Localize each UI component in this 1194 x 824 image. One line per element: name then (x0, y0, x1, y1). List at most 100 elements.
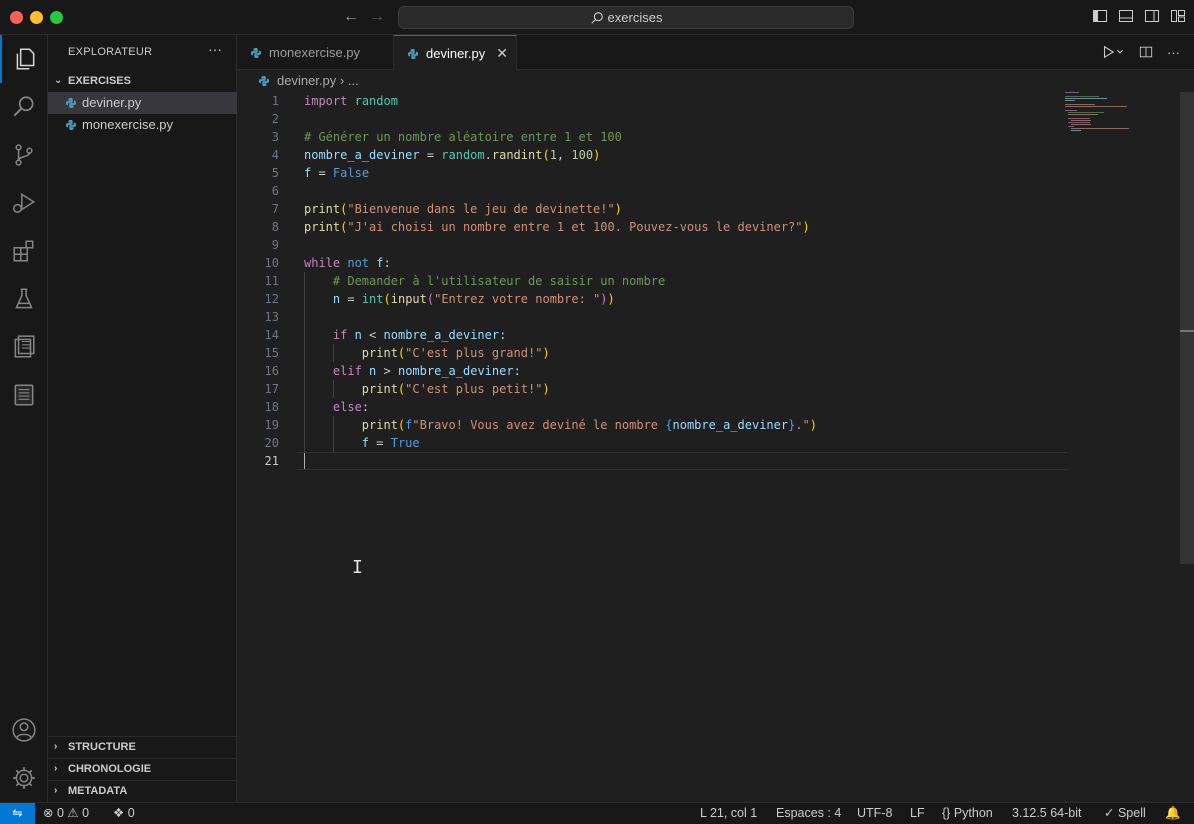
file-label: monexercise.py (82, 117, 174, 132)
folder-exercises[interactable]: ⌄ EXERCISES (48, 70, 237, 92)
remote-indicator-icon[interactable]: ⇋ (0, 803, 35, 824)
window-close-button[interactable] (10, 11, 23, 24)
tab-deviner[interactable]: deviner.py ✕ (394, 35, 517, 71)
section-chronologie[interactable]: › CHRONOLOGIE (48, 758, 237, 780)
command-center-text: exercises (607, 10, 663, 25)
breadcrumb-symbols[interactable]: ... (348, 73, 359, 88)
python-interpreter[interactable]: 3.12.5 64-bit (1012, 803, 1082, 824)
code-line: 20 f = True (264, 436, 420, 450)
search-icon (590, 12, 603, 24)
cursor-position[interactable]: L 21, col 1 (700, 803, 757, 824)
code-line: 2 (271, 112, 279, 126)
toggle-secondary-sidebar-icon[interactable] (1144, 8, 1160, 24)
ports-status[interactable]: ❖ 0 (113, 803, 135, 824)
status-bar: ⇋ ⊗ 0 ⚠ 0 ❖ 0 L 21, col 1 Espaces : 4 UT… (0, 802, 1194, 824)
manage-gear-icon[interactable] (0, 754, 48, 802)
python-file-icon (66, 120, 76, 130)
code-line: 11 # Demander à l'utilisateur de saisir … (264, 274, 666, 288)
chevron-right-icon: › (54, 785, 58, 796)
text-cursor-ibeam-icon: I (352, 557, 363, 578)
window-maximize-button[interactable] (50, 11, 63, 24)
tab-label: monexercise.py (269, 45, 361, 60)
minimap[interactable] (1065, 92, 1145, 152)
file-label: deviner.py (82, 95, 142, 110)
customize-layout-icon[interactable] (1170, 8, 1186, 24)
section-label: CHRONOLOGIE (68, 763, 152, 775)
explorer-sidebar: EXPLORATEUR ··· ⌄ EXERCISES deviner.py m… (48, 35, 237, 802)
code-line: 13 (264, 310, 279, 324)
code-line: 16 elif n > nombre_a_deviner: (264, 364, 521, 378)
code-line: 12 n = int(input("Entrez votre nombre: "… (264, 292, 615, 306)
more-actions-icon[interactable]: ··· (208, 41, 222, 57)
file-item-deviner[interactable]: deviner.py (48, 92, 237, 114)
title-bar: ← → exercises (0, 0, 1194, 35)
python-file-icon (408, 49, 418, 59)
broadcast-icon: ❖ (113, 806, 125, 820)
split-editor-icon[interactable] (1139, 45, 1153, 62)
problems-status[interactable]: ⊗ 0 ⚠ 0 (43, 803, 89, 824)
code-line: 6 (271, 184, 279, 198)
braces-icon: {} (942, 806, 951, 820)
code-line: 3 # Générer un nombre aléatoire entre 1 e… (271, 130, 622, 144)
account-icon[interactable] (0, 706, 48, 754)
code-line: 19 print(f"Bravo! Vous avez deviné le no… (264, 418, 818, 432)
code-line: 5f = False (271, 166, 370, 180)
arrow-right-icon[interactable]: → (366, 6, 388, 28)
close-icon[interactable]: ✕ (496, 36, 508, 71)
code-line: 1 import random (271, 94, 398, 108)
file-item-monexercise[interactable]: monexercise.py (48, 114, 237, 136)
eol-status[interactable]: LF (910, 803, 925, 824)
arrow-left-icon[interactable]: ← (340, 6, 362, 28)
spell-status[interactable]: ✓ Spell (1104, 803, 1146, 824)
run-debug-icon[interactable] (0, 179, 48, 227)
indentation-status[interactable]: Espaces : 4 (776, 803, 841, 824)
search-icon[interactable] (0, 83, 48, 131)
section-structure[interactable]: › STRUCTURE (48, 736, 237, 758)
code-line: 14 if n < nombre_a_deviner: (264, 328, 507, 342)
encoding-status[interactable]: UTF-8 (857, 803, 892, 824)
window-minimize-button[interactable] (30, 11, 43, 24)
chevron-down-icon: ⌄ (54, 75, 63, 86)
code-editor[interactable]: 1 import random 2 3 # Générer un nombre al… (237, 92, 1194, 802)
code-line: 10 while not f: (264, 256, 391, 270)
testing-icon[interactable] (0, 275, 48, 323)
tab-monexercise[interactable]: monexercise.py (237, 35, 394, 70)
toggle-panel-icon[interactable] (1118, 8, 1134, 24)
python-file-icon (251, 48, 261, 58)
vertical-scrollbar[interactable] (1180, 92, 1194, 564)
code-line-current[interactable]: 21 (237, 452, 1067, 470)
tab-label: deviner.py (426, 46, 486, 61)
code-line: 8 print("J'ai choisi un nombre entre 1 et… (271, 220, 810, 234)
python-file-icon (66, 98, 76, 108)
command-center-search[interactable]: exercises (398, 6, 854, 29)
scrollbar-cursor-marker (1180, 330, 1194, 332)
python-file-icon (259, 76, 269, 86)
sidebar-title: EXPLORATEUR (68, 46, 153, 58)
section-label: STRUCTURE (68, 741, 136, 753)
run-python-file-icon[interactable] (1101, 45, 1125, 62)
more-actions-icon[interactable]: ··· (1167, 45, 1180, 62)
source-control-icon[interactable] (0, 131, 48, 179)
section-label: METADATA (68, 785, 128, 797)
chevron-right-icon: › (54, 763, 58, 774)
warning-icon: ⚠ (67, 806, 79, 820)
breadcrumb-separator: › (339, 73, 345, 88)
language-mode[interactable]: {} Python (942, 803, 993, 824)
section-metadata[interactable]: › METADATA (48, 780, 237, 802)
toggle-sidebar-icon[interactable] (1092, 8, 1108, 24)
error-icon: ⊗ (43, 806, 54, 820)
notebook-icon[interactable] (0, 371, 48, 419)
breadcrumb-file[interactable]: deviner.py (277, 73, 336, 88)
chevron-right-icon: › (54, 741, 58, 752)
code-line: 4 nombre_a_deviner = random.randint(1, 10… (271, 148, 601, 162)
extensions-icon[interactable] (0, 227, 48, 275)
code-line: 17 print("C'est plus petit!") (264, 382, 550, 396)
check-icon: ✓ (1104, 806, 1115, 820)
breadcrumb: deviner.py › ... (237, 70, 1194, 92)
remote-explorer-icon[interactable] (0, 323, 48, 371)
notifications-bell-icon[interactable]: 🔔 (1165, 803, 1181, 824)
text-caret (304, 453, 305, 469)
code-line: 18 else: (264, 400, 370, 414)
code-line: 15 print("C'est plus grand!") (264, 346, 550, 360)
explorer-icon[interactable] (0, 35, 48, 83)
